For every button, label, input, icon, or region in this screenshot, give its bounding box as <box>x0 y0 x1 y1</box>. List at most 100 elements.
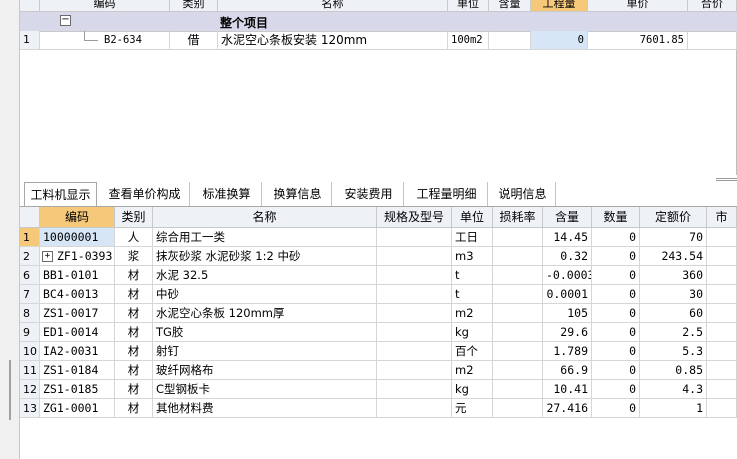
cell-spec[interactable] <box>377 304 452 323</box>
cell-unit[interactable]: kg <box>452 323 493 342</box>
cell-spec[interactable] <box>377 399 452 418</box>
cell-market[interactable] <box>707 380 737 399</box>
cell-market[interactable] <box>707 361 737 380</box>
cell-content[interactable]: 27.416 <box>543 399 592 418</box>
cell-category[interactable]: 浆 <box>115 247 153 266</box>
col-header-content[interactable]: 含量 <box>489 0 531 12</box>
cell-spec[interactable] <box>377 228 452 247</box>
cell-price[interactable]: 1 <box>640 399 707 418</box>
cell-name[interactable]: 其他材料费 <box>153 399 377 418</box>
cell-count[interactable]: 0 <box>592 380 640 399</box>
cell-spec[interactable] <box>377 247 452 266</box>
cell-name[interactable]: TG胶 <box>153 323 377 342</box>
splitter-handle[interactable] <box>9 360 11 420</box>
cell-unit[interactable]: m2 <box>452 361 493 380</box>
resize-grip-icon[interactable] <box>716 178 737 181</box>
cell-name[interactable]: 玻纤网格布 <box>153 361 377 380</box>
cell-price[interactable]: 4.3 <box>640 380 707 399</box>
cell-name[interactable]: 水泥 32.5 <box>153 266 377 285</box>
cell-price[interactable]: 70 <box>640 228 707 247</box>
row-category[interactable]: 借 <box>170 31 218 50</box>
cell-unit[interactable]: 百个 <box>452 342 493 361</box>
cell-count[interactable]: 0 <box>592 266 640 285</box>
cell-spec[interactable] <box>377 323 452 342</box>
cell-market[interactable] <box>707 285 737 304</box>
cell-name[interactable]: 水泥空心条板 120mm厚 <box>153 304 377 323</box>
col-header-spec[interactable]: 规格及型号 <box>377 207 452 228</box>
group-row[interactable]: 整个项目 <box>20 12 737 32</box>
cell-category[interactable]: 材 <box>115 304 153 323</box>
cell-code[interactable]: ZS1-0017 <box>40 304 115 323</box>
cell-code[interactable]: BB1-0101 <box>40 266 115 285</box>
cell-content[interactable]: 10.41 <box>543 380 592 399</box>
row-unit[interactable]: 100m2 <box>448 31 489 50</box>
cell-unit[interactable]: 元 <box>452 399 493 418</box>
cell-category[interactable]: 人 <box>115 228 153 247</box>
cell-code[interactable]: ZS1-0185 <box>40 380 115 399</box>
cell-code[interactable]: BC4-0013 <box>40 285 115 304</box>
cell-spec[interactable] <box>377 361 452 380</box>
col-header-total[interactable]: 合价 <box>688 0 737 12</box>
row-content[interactable] <box>489 31 531 50</box>
cell-code[interactable]: ZS1-0184 <box>40 361 115 380</box>
cell-unit[interactable]: m3 <box>452 247 493 266</box>
cell-count[interactable]: 0 <box>592 228 640 247</box>
cell-loss-rate[interactable] <box>493 266 543 285</box>
col-header-market[interactable]: 市 <box>707 207 737 228</box>
cell-market[interactable] <box>707 342 737 361</box>
cell-price[interactable]: 5.3 <box>640 342 707 361</box>
cell-unit[interactable]: m2 <box>452 304 493 323</box>
cell-price[interactable]: 2.5 <box>640 323 707 342</box>
cell-count[interactable]: 0 <box>592 323 640 342</box>
col-header-code[interactable]: 编码 <box>40 0 170 12</box>
cell-loss-rate[interactable] <box>493 361 543 380</box>
cell-loss-rate[interactable] <box>493 342 543 361</box>
cell-category[interactable]: 材 <box>115 285 153 304</box>
cell-name[interactable]: 综合用工一类 <box>153 228 377 247</box>
row-total[interactable] <box>688 31 737 50</box>
cell-loss-rate[interactable] <box>493 323 543 342</box>
cell-loss-rate[interactable] <box>493 304 543 323</box>
col-header-name[interactable]: 名称 <box>153 207 377 228</box>
tab-install-fee[interactable]: 安装费用 <box>334 182 404 206</box>
row-code[interactable]: B2-634 <box>40 31 170 50</box>
cell-category[interactable]: 材 <box>115 361 153 380</box>
cell-loss-rate[interactable] <box>493 380 543 399</box>
cell-spec[interactable] <box>377 380 452 399</box>
cell-loss-rate[interactable] <box>493 285 543 304</box>
col-header-price[interactable]: 定额价 <box>640 207 707 228</box>
tab-quantity-detail[interactable]: 工程量明细 <box>406 182 488 206</box>
cell-unit[interactable]: t <box>452 285 493 304</box>
cell-code[interactable]: + ZF1-0393 <box>40 247 115 266</box>
tab-conversion-info[interactable]: 换算信息 <box>264 182 332 206</box>
cell-loss-rate[interactable] <box>493 399 543 418</box>
cell-code[interactable]: IA2-0031 <box>40 342 115 361</box>
cell-category[interactable]: 材 <box>115 266 153 285</box>
cell-market[interactable] <box>707 266 737 285</box>
col-header-code[interactable]: 编码 <box>40 207 115 228</box>
cell-count[interactable]: 0 <box>592 247 640 266</box>
cell-unit[interactable]: kg <box>452 380 493 399</box>
cell-price[interactable]: 0.85 <box>640 361 707 380</box>
col-header-quantity[interactable]: 工程量 <box>531 0 588 12</box>
col-header-loss-rate[interactable]: 损耗率 <box>493 207 543 228</box>
cell-price[interactable]: 60 <box>640 304 707 323</box>
cell-loss-rate[interactable] <box>493 228 543 247</box>
tab-unit-price-breakdown[interactable]: 查看单价构成 <box>100 182 190 206</box>
tab-description[interactable]: 说明信息 <box>490 182 556 206</box>
cell-count[interactable]: 0 <box>592 361 640 380</box>
cell-market[interactable] <box>707 399 737 418</box>
cell-price[interactable]: 30 <box>640 285 707 304</box>
col-header-category[interactable]: 类别 <box>115 207 153 228</box>
col-header-unit[interactable]: 单位 <box>448 0 489 12</box>
cell-category[interactable]: 材 <box>115 323 153 342</box>
cell-unit[interactable]: 工日 <box>452 228 493 247</box>
col-header-category[interactable]: 类别 <box>170 0 218 12</box>
row-quantity[interactable]: 0 <box>531 31 588 50</box>
expand-icon[interactable]: + <box>42 251 53 262</box>
cell-market[interactable] <box>707 323 737 342</box>
collapse-icon[interactable]: − <box>60 15 71 26</box>
cell-content[interactable]: 66.9 <box>543 361 592 380</box>
cell-spec[interactable] <box>377 342 452 361</box>
cell-content[interactable]: 29.6 <box>543 323 592 342</box>
